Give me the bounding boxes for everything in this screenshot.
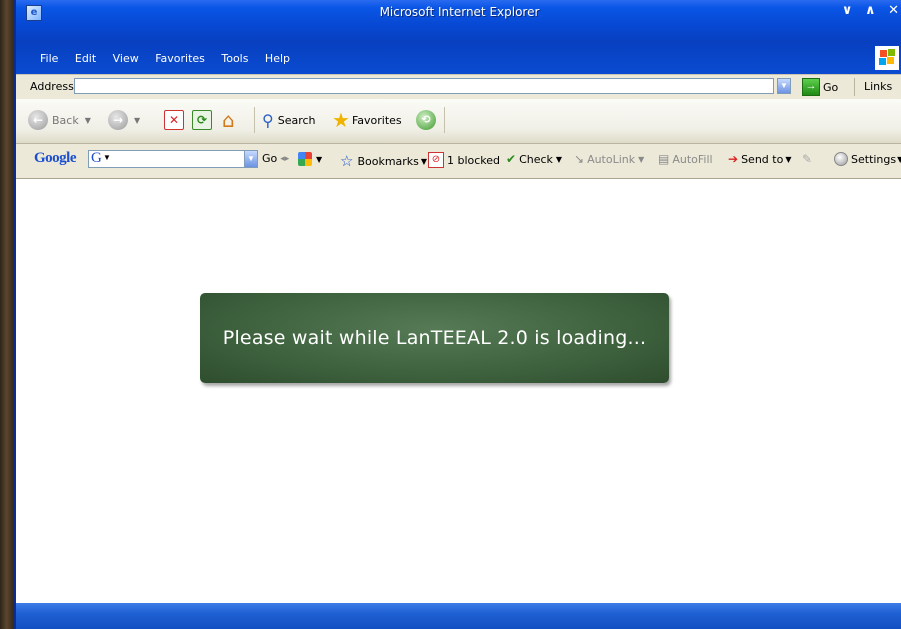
google-go-button[interactable]: Go ◂▸: [262, 152, 289, 165]
settings-button[interactable]: Settings ▼: [834, 152, 901, 166]
title-bar: e Microsoft Internet Explorer ∨ ∧ ✕ File…: [16, 0, 901, 42]
settings-dropdown-icon: ▼: [897, 155, 901, 164]
sendto-dropdown-icon: ▼: [785, 154, 792, 164]
spell-check-button[interactable]: ✔ Check ▼: [506, 152, 562, 166]
menu-favorites[interactable]: Favorites: [155, 52, 205, 65]
autolink-label: AutoLink: [587, 152, 636, 166]
browser-window: e Microsoft Internet Explorer ∨ ∧ ✕ File…: [14, 0, 901, 629]
address-label: Address: [30, 80, 74, 93]
pagerank-dropdown-icon[interactable]: ▼: [316, 155, 322, 164]
go-button[interactable]: → Go: [802, 78, 839, 96]
send-to-button[interactable]: ➔ Send to ▼: [728, 152, 791, 166]
back-dropdown-icon[interactable]: ▼: [85, 116, 91, 125]
autofill-label: AutoFill: [672, 152, 713, 166]
back-button[interactable]: ← Back ▼: [28, 109, 91, 131]
google-toolbar: Google G ▼ ▼ Go ◂▸ ▼ ☆ Bookmarks ▼ ⊘ 1 b…: [16, 144, 901, 179]
address-input[interactable]: [74, 78, 774, 94]
forward-dropdown-icon[interactable]: ▼: [134, 116, 140, 125]
favorites-label: Favorites: [351, 113, 402, 127]
bookmarks-label: Bookmarks: [357, 154, 419, 168]
go-arrow-icon: →: [802, 78, 820, 96]
settings-label: Settings: [851, 152, 897, 166]
google-search-dropdown-icon[interactable]: ▼: [244, 150, 258, 168]
go-arrows-icon: ◂▸: [280, 153, 290, 164]
minimize-button[interactable]: ∨: [842, 3, 853, 18]
favorites-star-icon: ★: [332, 108, 350, 132]
popup-blocked-icon: ⊘: [428, 152, 444, 168]
google-logo-text: Google: [34, 150, 77, 166]
menu-edit[interactable]: Edit: [75, 52, 96, 65]
status-bar: [16, 603, 901, 629]
search-icon: ⚲: [262, 110, 274, 130]
pagerank-button[interactable]: ▼: [298, 152, 322, 166]
spell-check-icon: ✔: [506, 152, 517, 166]
separator: [254, 107, 255, 133]
go-label: Go: [823, 80, 839, 94]
loading-dialog: Please wait while LanTEEAL 2.0 is loadin…: [200, 293, 669, 383]
check-dropdown-icon: ▼: [555, 154, 563, 164]
menu-band: File Edit View Favorites Tools Help: [16, 42, 901, 74]
windows-logo-icon: [875, 46, 899, 70]
loading-message: Please wait while LanTEEAL 2.0 is loadin…: [222, 327, 647, 349]
bookmarks-button[interactable]: ☆ Bookmarks ▼: [340, 152, 427, 170]
separator: [854, 78, 855, 96]
window-title: Microsoft Internet Explorer: [379, 5, 540, 19]
google-g-icon: G: [91, 150, 102, 166]
autofill-button[interactable]: ▤ AutoFill: [658, 152, 713, 166]
popup-blocker-button[interactable]: ⊘ 1 blocked: [428, 152, 500, 168]
bookmarks-dropdown-icon: ▼: [420, 156, 428, 166]
google-search-input[interactable]: G ▼: [88, 150, 254, 168]
google-multicolor-icon: [298, 152, 312, 166]
bookmarks-star-icon: ☆: [340, 152, 354, 170]
favorites-button[interactable]: ★ Favorites: [332, 108, 402, 132]
autofill-icon: ▤: [658, 152, 670, 166]
menu-file[interactable]: File: [40, 52, 58, 65]
search-label: Search: [277, 113, 316, 127]
stop-button[interactable]: ✕: [164, 109, 184, 131]
maximize-button[interactable]: ∧: [865, 3, 876, 18]
address-bar: Address ▼ → Go Links: [16, 74, 901, 100]
google-go-label: Go: [262, 152, 278, 165]
home-icon: ⌂: [222, 108, 235, 132]
window-controls: ∨ ∧ ✕: [834, 3, 899, 18]
refresh-icon: ⟳: [192, 110, 212, 130]
history-icon: ⟲: [416, 110, 436, 130]
back-arrow-icon: ←: [28, 110, 48, 130]
close-button[interactable]: ✕: [888, 3, 899, 18]
check-label: Check: [519, 152, 553, 166]
history-button[interactable]: ⟲: [416, 109, 436, 131]
back-label: Back: [52, 113, 79, 127]
send-to-icon: ➔: [728, 152, 739, 166]
autolink-button[interactable]: ↘ AutoLink ▼: [574, 152, 644, 166]
pencil-icon: ✎: [802, 152, 813, 166]
stop-icon: ✕: [164, 110, 184, 130]
settings-icon: [834, 152, 848, 166]
search-button[interactable]: ⚲ Search: [262, 109, 316, 131]
sendto-label: Send to: [741, 152, 784, 166]
highlight-button[interactable]: ✎: [802, 152, 812, 166]
autolink-dropdown-icon: ▼: [638, 154, 645, 164]
page-content: Please wait while LanTEEAL 2.0 is loadin…: [16, 179, 901, 603]
google-menu-caret-icon[interactable]: ▼: [103, 153, 111, 162]
menu-view[interactable]: View: [113, 52, 139, 65]
address-dropdown-icon[interactable]: ▼: [777, 78, 791, 94]
refresh-button[interactable]: ⟳: [192, 109, 212, 131]
menu-tools[interactable]: Tools: [221, 52, 248, 65]
separator: [444, 107, 445, 133]
forward-arrow-icon: →: [108, 110, 128, 130]
autolink-icon: ↘: [574, 152, 585, 166]
navigation-toolbar: ← Back ▼ → ▼ ✕ ⟳ ⌂ ⚲ Search ★ Favorites …: [16, 99, 901, 144]
links-button[interactable]: Links: [864, 80, 892, 93]
forward-button[interactable]: → ▼: [108, 109, 140, 131]
menu-help[interactable]: Help: [265, 52, 290, 65]
home-button[interactable]: ⌂: [222, 108, 235, 132]
blocked-label: 1 blocked: [447, 153, 501, 167]
google-logo[interactable]: Google: [34, 150, 77, 167]
